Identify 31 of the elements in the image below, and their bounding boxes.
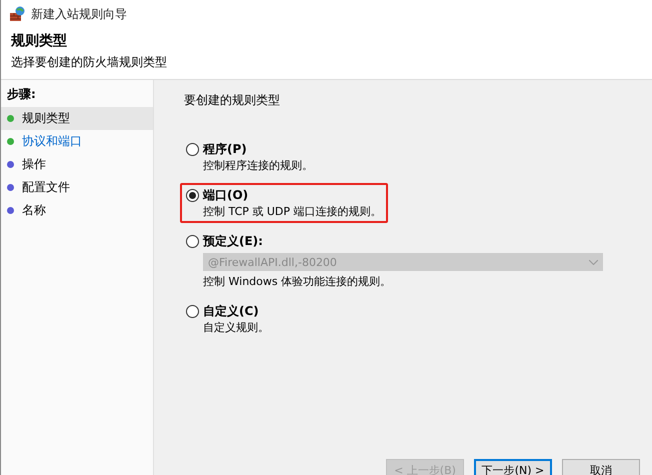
wizard-button[interactable]: 取消 xyxy=(562,459,640,475)
step-label: 协议和端口 xyxy=(22,133,82,150)
option-description: 自定义规则。 xyxy=(203,320,269,335)
option-description: 控制 TCP 或 UDP 端口连接的规则。 xyxy=(203,204,382,219)
option-label[interactable]: 程序(P) xyxy=(203,141,247,158)
step-label: 操作 xyxy=(22,156,46,173)
step-item[interactable]: 操作 xyxy=(1,153,153,176)
prompt-text: 要创建的规则类型 xyxy=(184,92,281,109)
page-title: 规则类型 xyxy=(11,32,68,50)
step-label: 名称 xyxy=(22,202,46,219)
chevron-icon xyxy=(589,260,598,264)
radio-button[interactable] xyxy=(186,189,199,202)
option-description: 控制 Windows 体验功能连接的规则。 xyxy=(203,274,392,289)
option-label[interactable]: 自定义(C) xyxy=(203,303,259,320)
step-label: 配置文件 xyxy=(22,179,70,196)
step-item[interactable]: 规则类型 xyxy=(1,107,153,130)
radio-button[interactable] xyxy=(186,305,199,318)
radio-button[interactable] xyxy=(186,143,199,156)
radio-button[interactable] xyxy=(186,235,199,248)
window-title: 新建入站规则向导 xyxy=(31,6,127,22)
option-description: 控制程序连接的规则。 xyxy=(203,158,313,173)
wizard-button[interactable]: 下一步(N) > xyxy=(474,459,552,475)
step-item[interactable]: 配置文件 xyxy=(1,176,153,199)
step-item[interactable]: 名称 xyxy=(1,199,153,222)
option-label[interactable]: 端口(O) xyxy=(203,187,248,204)
step-label: 规则类型 xyxy=(22,110,70,127)
option-label[interactable]: 预定义(E): xyxy=(203,233,263,250)
page-subtitle: 选择要创建的防火墙规则类型 xyxy=(11,54,168,71)
step-item[interactable]: 协议和端口 xyxy=(1,130,153,153)
firewall-icon xyxy=(9,6,25,22)
steps-heading: 步骤: xyxy=(6,86,37,103)
